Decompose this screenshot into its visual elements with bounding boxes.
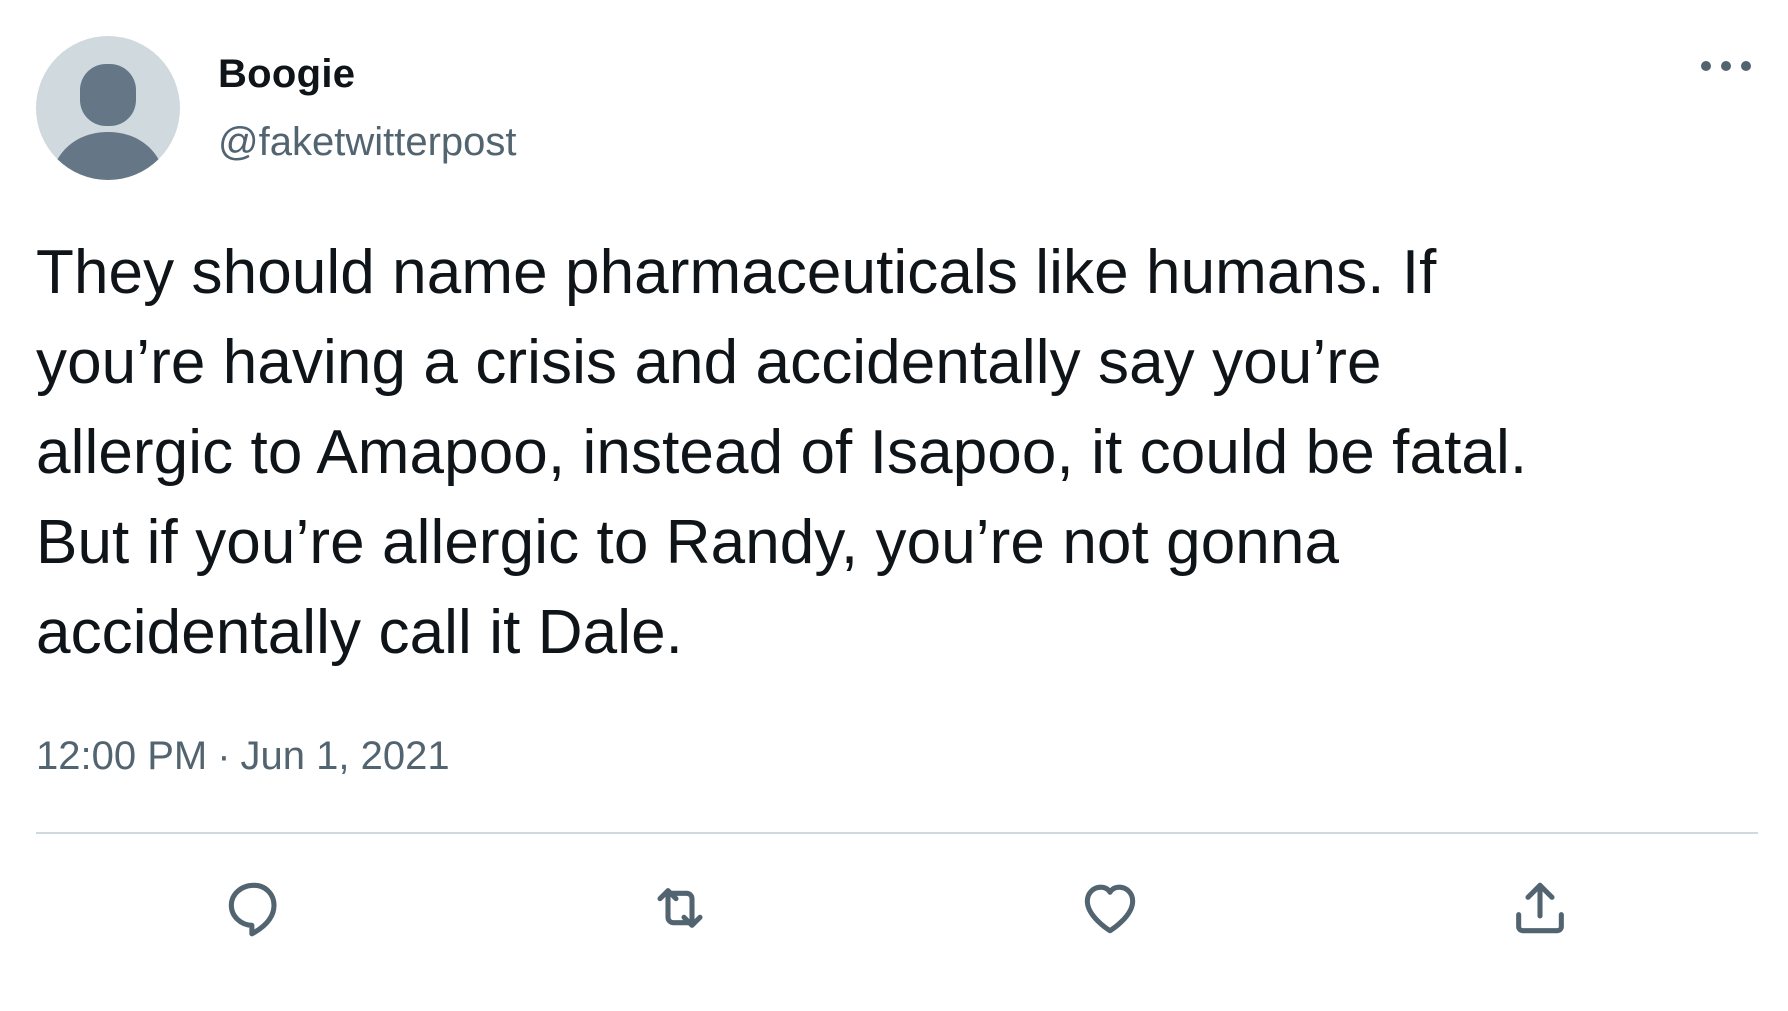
tweet-time[interactable]: 12:00 PM (36, 734, 207, 778)
retweet-button[interactable] (644, 872, 716, 944)
reply-icon (228, 882, 277, 937)
more-horizontal-icon (1701, 61, 1751, 71)
reply-button[interactable] (218, 872, 290, 944)
meta-separator: · (217, 734, 231, 778)
default-avatar-icon (50, 64, 166, 180)
tweet-card: Boogie @faketwitterpost They should name… (0, 0, 1788, 1011)
tweet-date[interactable]: Jun 1, 2021 (241, 734, 450, 778)
divider (36, 832, 1758, 834)
tweet-timestamp[interactable]: 12:00 PM · Jun 1, 2021 (36, 734, 450, 779)
like-button[interactable] (1074, 872, 1146, 944)
avatar[interactable] (36, 36, 180, 180)
more-options-button[interactable] (1696, 46, 1760, 86)
retweet-icon (657, 888, 703, 928)
author-handle[interactable]: @faketwitterpost (218, 120, 517, 165)
heart-icon (1084, 884, 1136, 934)
share-icon (1516, 882, 1564, 934)
share-button[interactable] (1504, 872, 1576, 944)
tweet-text: They should name pharmaceuticals like hu… (36, 238, 1528, 667)
author-display-name[interactable]: Boogie (218, 52, 355, 97)
